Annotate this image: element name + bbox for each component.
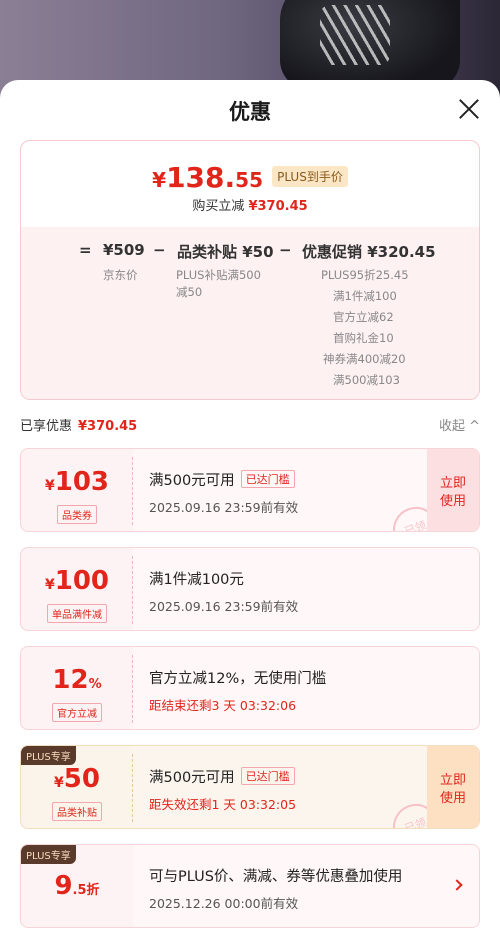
jd-price-label: 京东价 bbox=[103, 268, 138, 282]
coupon-type-tag: 品类券 bbox=[57, 505, 97, 524]
coupon-amount: 12% bbox=[52, 665, 102, 695]
coupon-divider bbox=[132, 457, 133, 525]
promo-detail: 官方立减62 bbox=[333, 310, 394, 324]
promo-detail: 首购礼金10 bbox=[333, 331, 394, 345]
final-price: ¥138.55 PLUS到手价 bbox=[21, 161, 479, 194]
coupon-card[interactable]: PLUS专享 ¥50 品类补贴 满500元可用 已达门槛 距失效还剩1 天 03:… bbox=[20, 745, 480, 829]
coupon-amount: ¥100 bbox=[44, 566, 110, 596]
coupon-value-area: ¥100 单品满件减 bbox=[21, 548, 133, 630]
discount-sheet: 优惠 ¥138.55 PLUS到手价 购买立减 ¥370.45 = ¥509 −… bbox=[0, 80, 500, 930]
coupon-divider bbox=[132, 655, 133, 723]
promo-detail: 满1件减100 bbox=[333, 289, 397, 303]
price-decimal: 55 bbox=[235, 168, 264, 192]
coupon-condition: 官方立减12%，无使用门槛 bbox=[149, 671, 327, 687]
coupon-card[interactable]: ¥103 品类券 满500元可用 已达门槛 2025.09.16 23:59前有效… bbox=[20, 448, 480, 532]
coupon-condition: 满1件减100元 bbox=[149, 572, 244, 588]
threshold-met-tag: 已达门槛 bbox=[240, 767, 295, 785]
close-icon[interactable] bbox=[458, 98, 480, 120]
coupon-condition: 满500元可用 已达门槛 bbox=[149, 469, 295, 490]
category-subsidy-detail-1: PLUS补贴满500 bbox=[176, 268, 261, 282]
coupon-value-area: 12% 官方立减 bbox=[21, 647, 133, 729]
enjoyed-discount: 已享优惠 ¥370.45 bbox=[20, 415, 137, 434]
formula-minus-2: − bbox=[279, 241, 292, 259]
promo-detail: 满500减103 bbox=[333, 373, 400, 387]
coupon-divider bbox=[132, 754, 133, 822]
coupon-card[interactable]: ¥100 单品满件减 满1件减100元 2025.09.16 23:59前有效 bbox=[20, 547, 480, 631]
coupon-amount: ¥50 bbox=[54, 764, 100, 794]
coupon-condition: 满500元可用 已达门槛 bbox=[149, 766, 295, 787]
coupon-type-tag: 官方立减 bbox=[52, 703, 102, 722]
category-subsidy-detail-2: 减50 bbox=[176, 285, 203, 299]
collapse-button[interactable]: 收起 ^ bbox=[439, 415, 480, 434]
plus-exclusive-badge: PLUS专享 bbox=[21, 746, 76, 765]
shoe-lace-image bbox=[320, 5, 390, 65]
formula-equals: = bbox=[79, 241, 92, 259]
coupon-divider bbox=[132, 556, 133, 624]
plus-price-tag: PLUS到手价 bbox=[272, 166, 348, 187]
coupon-info: 官方立减12%，无使用门槛 距结束还剩3 天 03:32:06 bbox=[133, 647, 479, 729]
category-subsidy: 品类补贴 ¥50 bbox=[177, 243, 274, 261]
price-yen: ¥ bbox=[152, 168, 167, 192]
buy-discount-line: 购买立减 ¥370.45 bbox=[21, 195, 479, 214]
coupon-type-tag: 品类补贴 bbox=[52, 802, 102, 821]
coupon-type-tag: 单品满件减 bbox=[47, 604, 107, 623]
coupon-card[interactable]: 12% 官方立减 官方立减12%，无使用门槛 距结束还剩3 天 03:32:06 bbox=[20, 646, 480, 730]
enjoyed-amount: ¥370.45 bbox=[78, 419, 138, 434]
use-now-button[interactable]: 立即 使用 bbox=[427, 746, 479, 828]
buy-discount-amount: ¥370.45 bbox=[248, 199, 308, 214]
plus-exclusive-badge: PLUS专享 bbox=[21, 845, 76, 864]
threshold-met-tag: 已达门槛 bbox=[240, 470, 295, 488]
sheet-title: 优惠 bbox=[229, 100, 271, 124]
coupon-info: 可与PLUS价、满减、券等优惠叠加使用 2025.12.26 00:00前有效 bbox=[133, 845, 479, 927]
coupon-validity: 2025.09.16 23:59前有效 bbox=[149, 599, 299, 614]
coupon-condition: 可与PLUS价、满减、券等优惠叠加使用 bbox=[149, 869, 403, 885]
coupon-value-area: ¥103 品类券 bbox=[21, 449, 133, 531]
price-summary-card: ¥138.55 PLUS到手价 购买立减 ¥370.45 = ¥509 − 品类… bbox=[20, 140, 480, 400]
coupon-amount: 9.5折 bbox=[54, 871, 100, 901]
buy-discount-label: 购买立减 bbox=[192, 199, 245, 214]
coupon-countdown: 距结束还剩3 天 03:32:06 bbox=[149, 698, 297, 713]
coupon-amount: ¥103 bbox=[44, 467, 110, 497]
coupon-info: 满1件减100元 2025.09.16 23:59前有效 bbox=[133, 548, 479, 630]
promo-detail: 神券满400减20 bbox=[323, 352, 406, 366]
jd-price: ¥509 bbox=[103, 241, 145, 259]
promo-detail: PLUS95折25.45 bbox=[321, 268, 409, 282]
formula-minus-1: − bbox=[153, 241, 166, 259]
chevron-right-icon[interactable] bbox=[451, 879, 463, 891]
use-now-button[interactable]: 立即 使用 bbox=[427, 449, 479, 531]
coupon-validity: 2025.09.16 23:59前有效 bbox=[149, 500, 299, 515]
price-integer: 138. bbox=[166, 161, 236, 194]
coupon-validity: 2025.12.26 00:00前有效 bbox=[149, 896, 299, 911]
enjoyed-label: 已享优惠 bbox=[20, 419, 73, 434]
promo-total: 优惠促销 ¥320.45 bbox=[302, 243, 436, 261]
coupon-card[interactable]: PLUS专享 9.5折 可与PLUS价、满减、券等优惠叠加使用 2025.12.… bbox=[20, 844, 480, 928]
coupon-countdown: 距失效还剩1 天 03:32:05 bbox=[149, 797, 297, 812]
